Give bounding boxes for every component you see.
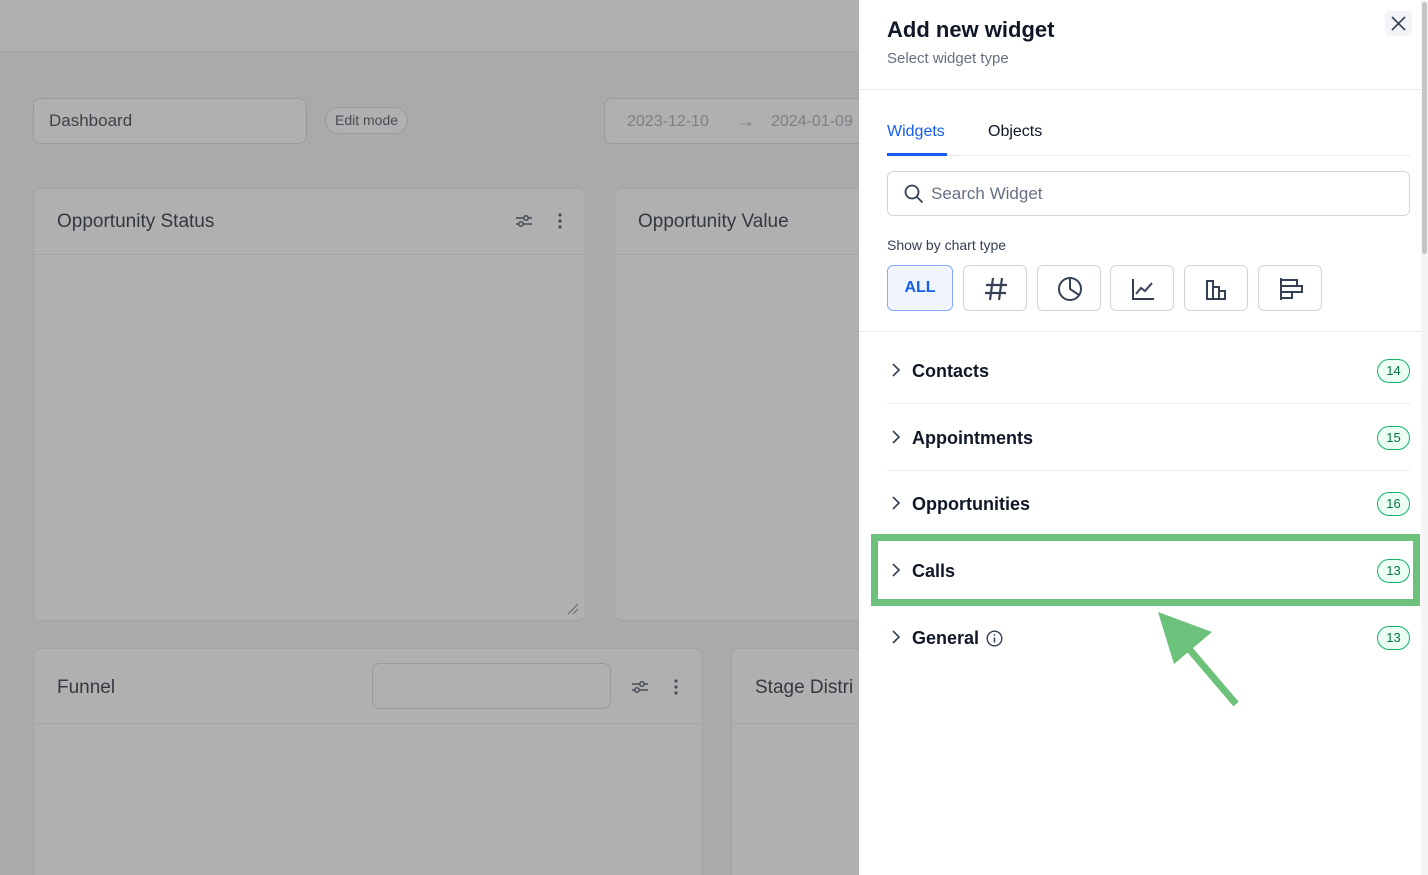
chart-type-number-button[interactable]	[963, 265, 1027, 311]
category-count-badge: 16	[1377, 492, 1410, 516]
scrollbar-thumb[interactable]	[1422, 2, 1427, 254]
category-label: Opportunities	[912, 494, 1030, 514]
close-button[interactable]	[1385, 11, 1412, 36]
highlight-box	[871, 534, 1420, 606]
tabs-divider	[887, 155, 1410, 156]
line-chart-icon	[1132, 279, 1154, 300]
category-count-badge: 14	[1377, 359, 1410, 383]
chevron-right-icon	[892, 363, 901, 377]
divider	[859, 331, 1428, 332]
chart-type-line-button[interactable]	[1110, 265, 1174, 311]
close-icon	[1391, 16, 1406, 31]
category-appointments[interactable]: Appointments 15	[887, 404, 1410, 471]
chart-type-pie-button[interactable]	[1037, 265, 1101, 311]
category-label: Contacts	[912, 361, 990, 381]
chart-type-label: Show by chart type	[887, 237, 1007, 253]
chevron-right-icon	[892, 496, 901, 510]
tab-objects[interactable]: Objects	[988, 123, 1042, 141]
scrollbar[interactable]	[1421, 0, 1428, 875]
pie-chart-icon	[1058, 277, 1082, 301]
chart-type-horizontal-bar-button[interactable]	[1258, 265, 1322, 311]
category-general[interactable]: General 13	[887, 604, 1410, 671]
category-label: Appointments	[912, 428, 1033, 448]
panel-subtitle: Select widget type	[887, 50, 1009, 67]
divider	[859, 89, 1428, 90]
category-label: General	[912, 628, 980, 648]
info-icon[interactable]	[986, 630, 1003, 647]
hash-icon	[985, 277, 1007, 301]
horizontal-bar-chart-icon	[1280, 278, 1303, 300]
category-count-badge: 13	[1377, 626, 1410, 650]
search-widget-input[interactable]	[931, 173, 1391, 214]
bar-chart-icon	[1206, 280, 1226, 300]
panel-title: Add new widget	[887, 17, 1055, 42]
chevron-right-icon	[892, 630, 901, 644]
search-widget-field[interactable]	[887, 171, 1410, 216]
add-widget-panel: Add new widget Select widget type Widget…	[859, 0, 1428, 875]
category-opportunities[interactable]: Opportunities 16	[887, 470, 1410, 537]
search-icon	[904, 184, 924, 204]
chart-type-all-button[interactable]: ALL	[887, 265, 953, 311]
chevron-right-icon	[892, 430, 901, 444]
tab-widgets[interactable]: Widgets	[887, 123, 945, 141]
annotation-arrow-icon	[1158, 612, 1239, 707]
category-count-badge: 15	[1377, 426, 1410, 450]
category-contacts[interactable]: Contacts 14	[887, 337, 1410, 404]
chart-type-bar-button[interactable]	[1184, 265, 1248, 311]
active-tab-indicator	[887, 153, 947, 156]
